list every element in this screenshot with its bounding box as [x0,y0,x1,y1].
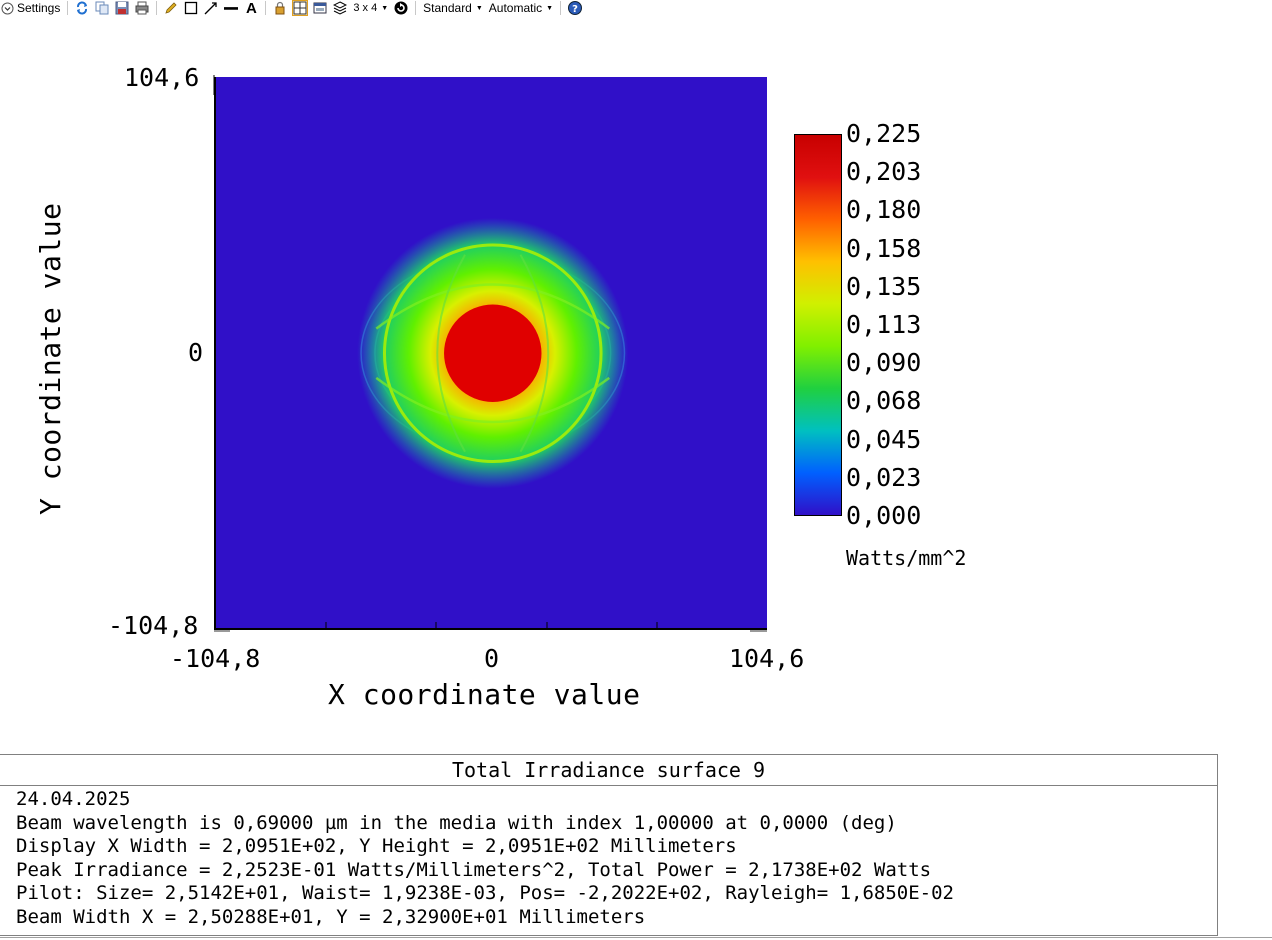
color-scale-label: 0,090 [846,348,922,378]
color-scale-label: 0,068 [846,386,922,416]
toolbar-separator [265,1,267,15]
chevron-down-icon: ▼ [475,4,483,12]
info-title: Total Irradiance surface 9 [0,755,1217,786]
x-axis-title: X coordinate value [328,678,641,711]
line-icon[interactable] [224,1,239,15]
layout-dropdown[interactable]: 3 x 4 ▼ [353,2,388,14]
clone-icon[interactable] [313,1,327,15]
pencil-icon[interactable] [164,1,178,15]
x-tick-label: 0 [484,644,500,673]
info-line-wavelength: Beam wavelength is 0,69000 µm in the med… [16,811,897,834]
svg-text:?: ? [572,4,578,15]
rotate-icon[interactable] [394,1,408,15]
info-panel: Total Irradiance surface 9 24.04.2025 Be… [0,754,1218,936]
automatic-dropdown[interactable]: Automatic ▼ [489,1,553,15]
copy-icon[interactable] [95,1,109,15]
standard-label: Standard [423,1,472,15]
text-icon[interactable]: A [244,0,258,17]
toolbar-separator [156,1,158,15]
color-scale-label: 0,203 [846,157,922,187]
info-line-display-size: Display X Width = 2,0951E+02, Y Height =… [16,835,737,858]
toolbar: Settings A 3 x 4 ▼ Standard ▼ Automatic … [0,0,1272,17]
line-arrow-icon[interactable] [204,1,218,15]
settings-chevron-icon [0,1,14,15]
y-axis-title: Y coordinate value [34,202,67,515]
chevron-down-icon: ▼ [381,4,389,12]
standard-dropdown[interactable]: Standard ▼ [423,1,483,15]
save-icon[interactable] [115,1,129,15]
color-scale-label: 0,225 [846,119,922,148]
settings-label: Settings [17,1,61,15]
print-icon[interactable] [135,1,149,15]
y-tick-label: -104,8 [108,611,199,640]
color-scale-label: 0,023 [846,462,922,492]
refresh-icon[interactable] [75,1,89,15]
x-tick-label: -104,8 [170,644,261,673]
plot-ticks [213,75,767,632]
color-scale-unit: Watts/mm^2 [846,546,967,570]
x-tick-label: 104,6 [729,644,805,673]
help-icon[interactable]: ? [568,1,583,15]
y-tick-label: 104,6 [124,63,200,92]
settings-button[interactable]: Settings [0,1,60,15]
info-line-peak-irradiance: Peak Irradiance = 2,2523E-01 Watts/Milli… [16,858,932,881]
info-line-date: 24.04.2025 [16,788,131,810]
y-tick-label: 0 [188,338,204,367]
color-scale-label: 0,180 [846,195,922,225]
automatic-label: Automatic [488,1,543,15]
color-scale-label: 0,158 [846,233,922,263]
color-scale-label: 0,045 [846,424,922,454]
color-scale-label: 0,135 [846,271,922,301]
color-scale-bar [794,134,842,516]
chevron-down-icon: ▼ [546,4,554,12]
layout-label: 3 x 4 [353,2,378,14]
window-layout-icon[interactable] [292,0,309,16]
color-scale-label: 0,000 [846,501,922,530]
layers-icon[interactable] [333,1,348,15]
info-line-pilot: Pilot: Size= 2,5142E+01, Waist= 1,9238E-… [16,882,954,905]
bottom-border [0,937,1272,938]
toolbar-separator [67,1,69,15]
lock-icon[interactable] [273,1,287,15]
info-lines: 24.04.2025 Beam wavelength is 0,69000 µm… [0,786,1217,930]
toolbar-separator [415,1,417,15]
info-line-beam-width: Beam Width X = 2,50288E+01, Y = 2,32900E… [16,905,646,928]
rectangle-icon[interactable] [184,1,198,15]
toolbar-separator [560,1,562,15]
color-scale-label: 0,113 [846,310,922,339]
